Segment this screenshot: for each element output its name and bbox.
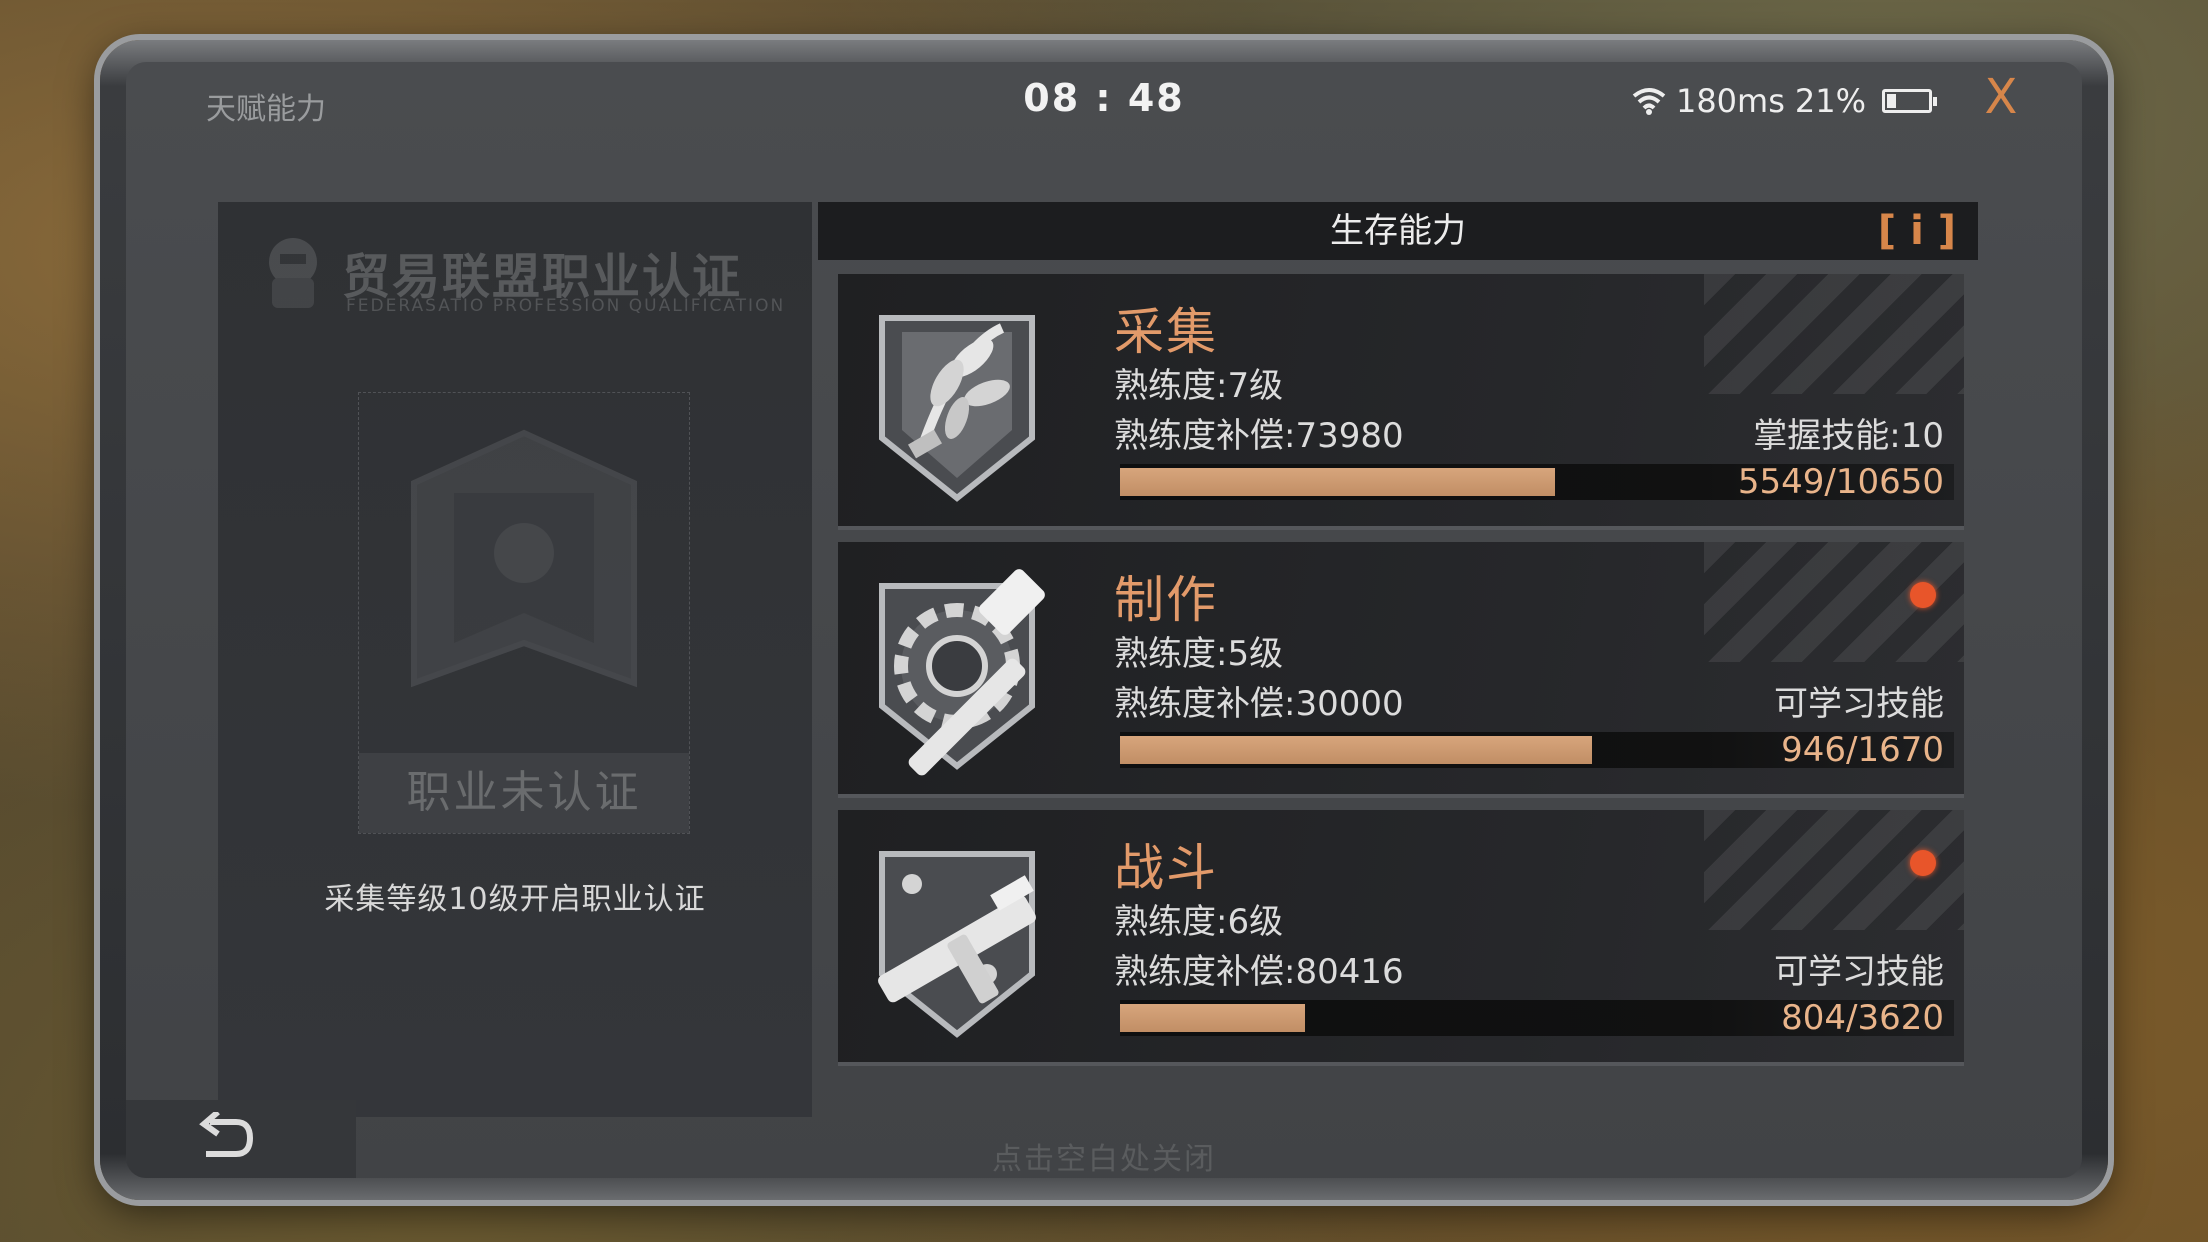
learnable-skill-label: 可学习技能 xyxy=(1774,684,1944,724)
close-button[interactable]: X xyxy=(1976,72,2026,122)
survival-header: 生存能力 [ i ] xyxy=(818,202,1978,260)
skill-card-combat[interactable]: 战斗 熟练度:6级 熟练度补偿:80416 可学习技能 804/3620 xyxy=(838,810,1964,1062)
status-area: 180ms 21% xyxy=(1632,82,1937,120)
skill-card-gathering[interactable]: 采集 熟练度:7级 熟练度补偿:73980 掌握技能:10 5549/10650 xyxy=(838,274,1964,526)
progress-text: 5549/10650 xyxy=(1737,462,1944,502)
leaf-bundle-icon xyxy=(879,315,1035,502)
learnable-skill-label: 可学习技能 xyxy=(1774,952,1944,992)
skill-level: 熟练度:5级 xyxy=(1114,634,1284,674)
submachine-gun-icon xyxy=(878,851,1036,1038)
cert-subtitle: FEDERASATIO PROFESSION QUALIFICATION xyxy=(346,296,786,316)
battery-percent: 21% xyxy=(1794,82,1866,120)
battery-icon xyxy=(1882,89,1937,113)
progress-bar: 804/3620 xyxy=(1120,998,1954,1038)
progress-bar: 946/1670 xyxy=(1120,730,1954,770)
top-bar: 天赋能力 08 : 48 180ms 21% X xyxy=(126,62,2082,142)
info-button[interactable]: [ i ] xyxy=(1878,208,1956,254)
talent-screen: 天赋能力 08 : 48 180ms 21% X 贸易联盟职业认证 FEDERA… xyxy=(126,62,2082,1178)
new-skill-alert-dot xyxy=(1910,582,1936,608)
skill-name: 战斗 xyxy=(1114,839,1218,897)
progress-text: 804/3620 xyxy=(1781,998,1944,1038)
wifi-icon xyxy=(1632,88,1666,115)
skill-compensation: 熟练度补偿:30000 xyxy=(1114,684,1404,724)
federation-logo-icon xyxy=(269,238,317,308)
progress-fill xyxy=(1120,1004,1306,1032)
skill-name: 采集 xyxy=(1114,303,1218,361)
skill-level: 熟练度:6级 xyxy=(1114,902,1284,942)
uncertified-status-button: 职业未认证 xyxy=(359,753,689,833)
skill-card-crafting[interactable]: 制作 熟练度:5级 熟练度补偿:30000 可学习技能 946/1670 xyxy=(838,542,1964,794)
gear-hammer-icon xyxy=(879,569,1045,776)
profession-badge-slot: 职业未认证 xyxy=(358,392,690,834)
progress-bar: 5549/10650 xyxy=(1120,462,1954,502)
skill-name: 制作 xyxy=(1114,571,1218,629)
close-hint: 点击空白处关闭 xyxy=(992,1142,1216,1177)
new-skill-alert-dot xyxy=(1910,850,1936,876)
certification-panel: 贸易联盟职业认证 FEDERASATIO PROFESSION QUALIFIC… xyxy=(218,202,812,1117)
progress-fill xyxy=(1120,736,1593,764)
unlock-hint: 采集等级10级开启职业认证 xyxy=(324,882,706,917)
profession-emblem-icon xyxy=(411,429,637,688)
skill-compensation: 熟练度补偿:80416 xyxy=(1114,952,1404,992)
device-frame: 天赋能力 08 : 48 180ms 21% X 贸易联盟职业认证 FEDERA… xyxy=(100,40,2108,1200)
progress-text: 946/1670 xyxy=(1781,730,1944,770)
skill-level: 熟练度:7级 xyxy=(1114,366,1284,406)
mastered-skills-count: 掌握技能:10 xyxy=(1753,416,1944,456)
progress-fill xyxy=(1120,468,1555,496)
section-title: 生存能力 xyxy=(1330,211,1466,251)
ping-value: 180ms xyxy=(1675,82,1785,120)
skill-compensation: 熟练度补偿:73980 xyxy=(1114,416,1404,456)
